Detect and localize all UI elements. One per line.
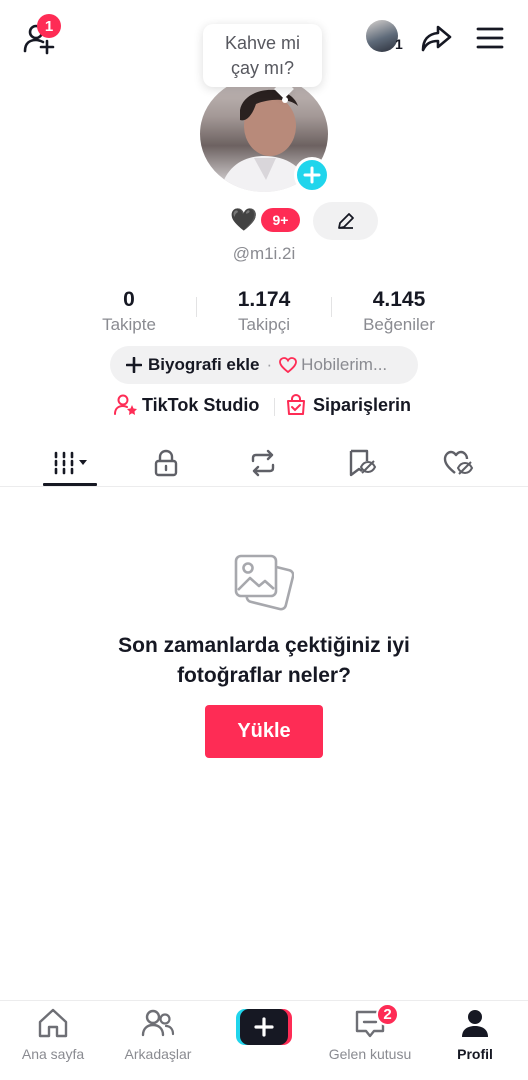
bookmark-eye-icon — [349, 449, 377, 477]
empty-state-title: Son zamanlarda çektiğiniz iyi fotoğrafla… — [0, 631, 528, 691]
nav-home[interactable]: Ana sayfa — [0, 1007, 106, 1062]
add-friends-badge: 1 — [37, 14, 61, 38]
nav-profile-label: Profil — [457, 1046, 493, 1062]
nav-inbox-label: Gelen kutusu — [328, 1046, 412, 1062]
following-label: Takipte — [102, 315, 156, 334]
account-switcher[interactable]: 1 — [366, 20, 406, 54]
followers-count: 1.174 — [237, 288, 291, 311]
tab-liked[interactable] — [428, 440, 488, 486]
bottom-nav: Ana sayfa Arkadaşlar Gelen kutusu 2 Prof… — [0, 1000, 528, 1080]
orders-link[interactable]: Siparişlerin — [286, 394, 411, 416]
note-bubble[interactable]: Kahve mi çay mı? — [203, 24, 322, 87]
tab-reposts[interactable] — [233, 440, 293, 486]
home-icon — [38, 1008, 68, 1038]
plus-icon — [303, 166, 321, 184]
nav-home-label: Ana sayfa — [21, 1046, 85, 1062]
add-bio-label: Biyografi ekle — [148, 355, 260, 374]
tab-private[interactable] — [136, 440, 196, 486]
add-avatar-button[interactable] — [294, 157, 330, 193]
nav-friends-label: Arkadaşlar — [124, 1046, 192, 1062]
bio-pill[interactable]: Biyografi ekle · Hobilerim... — [110, 346, 418, 384]
empty-state-line-2: fotoğraflar neler? — [177, 664, 351, 687]
menu-button[interactable] — [474, 22, 506, 54]
edit-profile-button[interactable] — [313, 202, 378, 240]
share-button[interactable] — [418, 20, 454, 56]
bio-separator: · — [266, 355, 273, 374]
pencil-icon — [337, 213, 354, 229]
hobbies-label: Hobilerim... — [301, 355, 388, 374]
repost-icon — [251, 449, 275, 477]
share-icon — [421, 25, 452, 52]
studio-person-icon — [114, 394, 137, 415]
tiktok-studio-link[interactable]: TikTok Studio — [114, 394, 259, 416]
username: @m1i.2i — [232, 244, 296, 263]
orders-label: Siparişlerin — [313, 394, 412, 415]
nav-profile[interactable]: Profil — [422, 1007, 528, 1062]
upload-button[interactable]: Yükle — [205, 705, 323, 758]
inbox-badge: 2 — [376, 1003, 399, 1026]
note-line-1: Kahve mi — [224, 33, 301, 53]
nav-friends[interactable]: Arkadaşlar — [105, 1007, 211, 1062]
tab-favorites[interactable] — [332, 440, 392, 486]
likes-stat[interactable]: 4.145 Beğeniler — [329, 288, 469, 335]
followers-stat[interactable]: 1.174 Takipçi — [194, 288, 334, 335]
note-line-2: çay mı? — [230, 58, 295, 78]
notification-count-badge[interactable]: 9+ — [261, 208, 300, 232]
mini-avatar — [366, 20, 398, 52]
studio-label: TikTok Studio — [142, 394, 260, 415]
bubble-dot — [282, 97, 288, 103]
likes-label: Beğeniler — [363, 315, 435, 334]
content-tabs — [0, 440, 528, 487]
following-count: 0 — [123, 288, 135, 311]
followers-label: Takipçi — [238, 315, 290, 334]
account-count: 1 — [395, 36, 403, 52]
photos-icon — [232, 552, 295, 614]
plus-icon — [254, 1017, 274, 1037]
hamburger-icon — [476, 27, 504, 49]
tab-videos[interactable] — [42, 440, 102, 486]
black-heart-icon[interactable]: 🖤 — [230, 207, 257, 233]
empty-state-line-1: Son zamanlarda çektiğiniz iyi — [118, 634, 410, 657]
shopping-bag-icon — [287, 394, 305, 415]
grid-icon — [54, 451, 87, 475]
profile-icon — [462, 1010, 488, 1037]
plus-icon — [126, 357, 142, 373]
create-button[interactable] — [236, 1009, 292, 1045]
likes-count: 4.145 — [372, 288, 426, 311]
links-divider — [274, 398, 275, 416]
heart-outline-icon — [279, 357, 298, 373]
heart-eye-icon — [443, 450, 474, 475]
following-stat[interactable]: 0 Takipte — [59, 288, 199, 335]
nav-inbox[interactable]: Gelen kutusu — [317, 1007, 423, 1062]
lock-icon — [154, 449, 178, 477]
friends-icon — [141, 1009, 175, 1037]
active-tab-indicator — [43, 483, 97, 486]
